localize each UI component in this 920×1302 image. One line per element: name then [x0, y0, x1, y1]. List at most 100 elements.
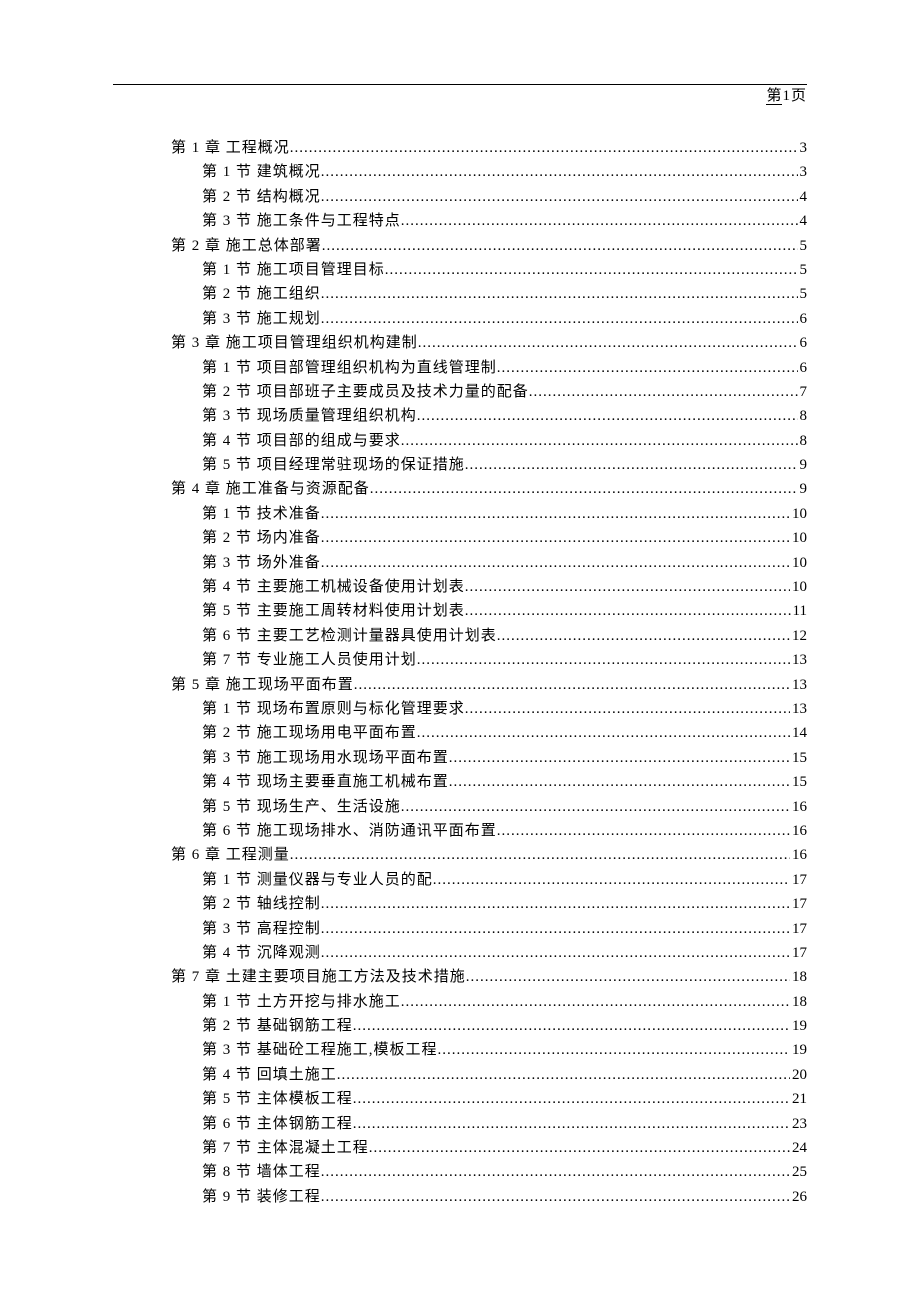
toc-leader-dots — [385, 258, 798, 282]
toc-entry-page: 14 — [790, 721, 807, 745]
toc-leader-dots — [290, 136, 798, 160]
toc-entry-page: 11 — [791, 599, 807, 623]
toc-entry-title: 第 1 节 测量仪器与专业人员的配 — [202, 868, 433, 892]
toc-entry-page: 8 — [798, 404, 808, 428]
page-number-suffix: 页 — [791, 88, 807, 104]
toc-entry: 第 1 节 项目部管理组织机构为直线管理制6 — [113, 356, 807, 380]
toc-entry-title: 第 6 节 主体钢筋工程 — [202, 1112, 353, 1136]
page-number: 第1页 — [766, 84, 807, 105]
toc-entry: 第 4 节 项目部的组成与要求 8 — [113, 429, 807, 453]
toc-entry: 第 3 章 施工项目管理组织机构建制 6 — [113, 331, 807, 355]
toc-entry-title: 第 1 章 工程概况 — [171, 136, 290, 160]
toc-entry: 第 2 章 施工总体部署5 — [113, 234, 807, 258]
toc-entry-title: 第 1 节 建筑概况 — [202, 160, 321, 184]
toc-leader-dots — [353, 1087, 790, 1111]
toc-entry-page: 15 — [790, 770, 807, 794]
toc-entry-title: 第 1 节 技术准备 — [202, 502, 321, 526]
toc-entry-page: 12 — [790, 624, 807, 648]
toc-leader-dots — [465, 697, 790, 721]
toc-leader-dots — [369, 1136, 790, 1160]
toc-entry-title: 第 7 章 土建主要项目施工方法及技术措施 — [171, 965, 466, 989]
toc-entry-page: 18 — [790, 990, 807, 1014]
toc-entry: 第 5 节 项目经理常驻现场的保证措施9 — [113, 453, 807, 477]
toc-entry: 第 1 节 现场布置原则与标化管理要求13 — [113, 697, 807, 721]
toc-entry: 第 7 节 主体混凝土工程24 — [113, 1136, 807, 1160]
toc-entry-page: 16 — [790, 819, 807, 843]
toc-leader-dots — [337, 1063, 790, 1087]
toc-entry-title: 第 4 节 主要施工机械设备使用计划表 — [202, 575, 465, 599]
toc-entry-title: 第 6 节 施工现场排水、消防通讯平面布置 — [202, 819, 497, 843]
table-of-contents: 第 1 章 工程概况3第 1 节 建筑概况3第 2 节 结构概况4第 3 节 施… — [113, 136, 807, 1209]
toc-entry: 第 6 节 主要工艺检测计量器具使用计划表 12 — [113, 624, 807, 648]
toc-leader-dots — [321, 160, 798, 184]
page-number-prefix: 第 — [766, 88, 782, 105]
toc-entry: 第 3 节 施工条件与工程特点4 — [113, 209, 807, 233]
toc-entry-page: 15 — [790, 746, 807, 770]
toc-leader-dots — [353, 1112, 790, 1136]
toc-entry: 第 6 章 工程测量16 — [113, 843, 807, 867]
toc-entry-page: 19 — [790, 1038, 807, 1062]
toc-entry: 第 1 节 测量仪器与专业人员的配 17 — [113, 868, 807, 892]
toc-entry-title: 第 3 节 施工现场用水现场平面布置 — [202, 746, 449, 770]
toc-entry-title: 第 3 节 高程控制 — [202, 917, 321, 941]
toc-entry-page: 6 — [798, 331, 808, 355]
page-header: 第1页 — [113, 84, 807, 114]
toc-entry-page: 3 — [798, 136, 808, 160]
toc-entry-title: 第 1 节 现场布置原则与标化管理要求 — [202, 697, 465, 721]
toc-entry-title: 第 4 节 现场主要垂直施工机械布置 — [202, 770, 449, 794]
toc-entry: 第 2 节 项目部班子主要成员及技术力量的配备7 — [113, 380, 807, 404]
toc-leader-dots — [529, 380, 798, 404]
toc-leader-dots — [449, 746, 790, 770]
toc-entry-title: 第 3 节 施工规划 — [202, 307, 321, 331]
toc-entry-page: 20 — [790, 1063, 807, 1087]
toc-entry: 第 2 节 施工现场用电平面布置 14 — [113, 721, 807, 745]
toc-entry: 第 4 节 现场主要垂直施工机械布置 15 — [113, 770, 807, 794]
toc-entry: 第 1 节 技术准备10 — [113, 502, 807, 526]
header-rule — [113, 84, 807, 85]
toc-leader-dots — [401, 990, 790, 1014]
toc-entry: 第 5 节 主体模板工程21 — [113, 1087, 807, 1111]
toc-entry: 第 2 节 结构概况4 — [113, 185, 807, 209]
toc-entry-page: 13 — [790, 673, 807, 697]
toc-entry-page: 8 — [798, 429, 808, 453]
toc-entry-title: 第 2 节 施工现场用电平面布置 — [202, 721, 417, 745]
toc-entry: 第 1 节 土方开挖与排水施工18 — [113, 990, 807, 1014]
toc-leader-dots — [401, 795, 790, 819]
toc-entry: 第 1 章 工程概况 3 — [113, 136, 807, 160]
toc-leader-dots — [401, 429, 798, 453]
toc-entry-page: 9 — [798, 477, 808, 501]
toc-leader-dots — [417, 721, 790, 745]
toc-leader-dots — [465, 453, 798, 477]
toc-leader-dots — [370, 477, 798, 501]
toc-entry: 第 1 节 建筑概况3 — [113, 160, 807, 184]
toc-entry-page: 6 — [798, 356, 808, 380]
toc-entry-page: 17 — [790, 868, 807, 892]
toc-entry-title: 第 6 节 主要工艺检测计量器具使用计划表 — [202, 624, 497, 648]
toc-entry: 第 1 节 施工项目管理目标 5 — [113, 258, 807, 282]
toc-leader-dots — [417, 648, 790, 672]
toc-entry-title: 第 2 节 项目部班子主要成员及技术力量的配备 — [202, 380, 529, 404]
toc-entry-page: 5 — [798, 234, 808, 258]
toc-entry-title: 第 4 章 施工准备与资源配备 — [171, 477, 370, 501]
page: 第1页 第 1 章 工程概况3第 1 节 建筑概况3第 2 节 结构概况4第 3… — [0, 0, 920, 1302]
toc-entry-title: 第 2 节 施工组织 — [202, 282, 321, 306]
toc-entry-title: 第 3 节 基础砼工程施工,模板工程 — [202, 1038, 438, 1062]
toc-leader-dots — [321, 282, 798, 306]
toc-entry: 第 2 节 场内准备10 — [113, 526, 807, 550]
toc-entry: 第 3 节 现场质量管理组织机构8 — [113, 404, 807, 428]
toc-leader-dots — [321, 526, 790, 550]
toc-entry-title: 第 4 节 项目部的组成与要求 — [202, 429, 401, 453]
toc-entry-title: 第 1 节 施工项目管理目标 — [202, 258, 385, 282]
toc-entry: 第 3 节 基础砼工程施工,模板工程 19 — [113, 1038, 807, 1062]
toc-entry-title: 第 3 章 施工项目管理组织机构建制 — [171, 331, 418, 355]
toc-entry-title: 第 5 节 主要施工周转材料使用计划表 — [202, 599, 465, 623]
toc-leader-dots — [401, 209, 798, 233]
toc-leader-dots — [290, 843, 790, 867]
toc-leader-dots — [321, 185, 798, 209]
toc-entry-title: 第 7 节 专业施工人员使用计划 — [202, 648, 417, 672]
toc-entry-title: 第 5 节 主体模板工程 — [202, 1087, 353, 1111]
toc-entry-title: 第 5 节 项目经理常驻现场的保证措施 — [202, 453, 465, 477]
toc-entry-page: 5 — [798, 258, 808, 282]
toc-entry-title: 第 2 节 场内准备 — [202, 526, 321, 550]
toc-entry-page: 23 — [790, 1112, 807, 1136]
